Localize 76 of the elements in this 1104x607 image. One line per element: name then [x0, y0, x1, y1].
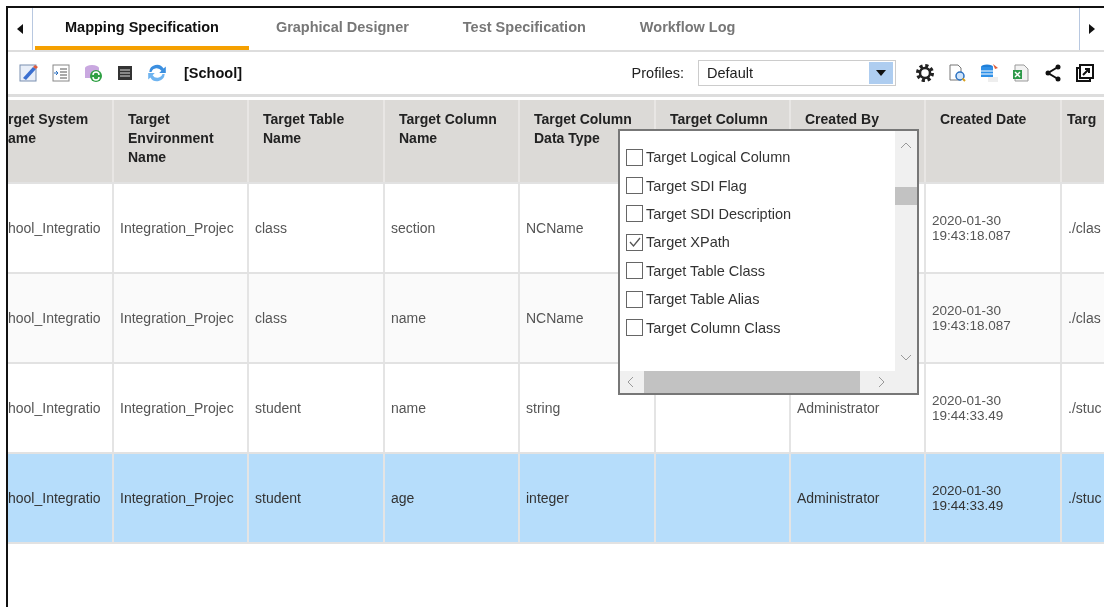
column-option[interactable]: Target Column Class	[626, 313, 895, 342]
column-header[interactable]: rget System ame	[8, 100, 114, 182]
table-cell: ./clas	[1068, 220, 1101, 236]
checkbox[interactable]	[626, 290, 643, 308]
tab[interactable]: Graphical Designer	[248, 8, 436, 50]
table-cell: ./stuc	[1068, 490, 1102, 506]
column-header[interactable]: Created Date	[926, 100, 1062, 182]
spreadsheet-icon[interactable]	[1010, 62, 1032, 84]
chevron-down-icon[interactable]	[900, 354, 912, 361]
table-row[interactable]: hool_Integratio Integration_Projec student age integer Administrator 2020-01-30 19:44:33.49 ./stuc	[8, 454, 1104, 544]
table-cell: Administrator	[797, 490, 880, 506]
table-cell: name	[391, 400, 427, 416]
table-cell: ./stuc	[1068, 400, 1102, 416]
column-option[interactable]: Target Table Alias	[626, 284, 895, 314]
profiles-label: Profiles:	[631, 65, 684, 81]
column-header[interactable]: Targ	[1062, 100, 1104, 182]
table-cell: NCName	[526, 310, 584, 326]
table-cell: hool_Integratio	[8, 490, 101, 506]
tab[interactable]: Mapping Specification	[35, 8, 249, 50]
profiles-dropdown[interactable]: Default	[698, 60, 896, 86]
chevron-up-icon[interactable]	[900, 142, 912, 149]
column-header[interactable]: Target Table Name	[249, 100, 385, 182]
table-cell: Integration_Projec	[120, 310, 234, 326]
document-search-icon[interactable]	[946, 62, 968, 84]
check-icon	[628, 237, 641, 248]
model-title: [School]	[184, 65, 242, 81]
refresh-icon[interactable]	[146, 62, 168, 84]
table-cell: Administrator	[797, 400, 880, 416]
table-cell-text: 2020-01-30 19:44:33.49	[932, 483, 1005, 513]
caret-left-icon	[17, 24, 23, 34]
chevron-left-icon[interactable]	[627, 376, 634, 388]
chevron-right-icon[interactable]	[878, 376, 885, 388]
checkbox[interactable]	[626, 177, 643, 195]
table-cell: student	[255, 400, 301, 416]
table-cell-text: 2020-01-30 19:43:18.087	[932, 303, 1012, 333]
caret-right-icon	[1089, 24, 1095, 34]
checkbox[interactable]	[626, 148, 643, 166]
table-cell: section	[391, 220, 436, 236]
table-cell: integer	[526, 490, 569, 506]
column-option[interactable]: Target XPath	[626, 228, 895, 257]
caret-down-icon	[876, 70, 886, 76]
table-cell: Integration_Projec	[120, 400, 234, 416]
vertical-scrollbar[interactable]	[895, 131, 917, 371]
table-cell: hool_Integratio	[8, 220, 101, 236]
column-header[interactable]: Target Column Name	[385, 100, 520, 182]
table-cell: ./clas	[1068, 310, 1101, 326]
table-cell: hool_Integratio	[8, 310, 101, 326]
table-cell: string	[526, 400, 561, 416]
database-icon[interactable]	[978, 62, 1000, 84]
table-cell: Integration_Projec	[120, 220, 234, 236]
table-cell: student	[255, 490, 301, 506]
table-cell: name	[391, 310, 427, 326]
checkbox[interactable]	[626, 233, 643, 251]
table-cell: Integration_Projec	[120, 490, 234, 506]
checkbox[interactable]	[626, 319, 643, 337]
table-cell: NCName	[526, 220, 584, 236]
table-cell: class	[255, 220, 287, 236]
table-cell-text: 2020-01-30 19:43:18.087	[932, 213, 1012, 243]
checkbox[interactable]	[626, 262, 643, 280]
table-row[interactable]: hool_Integratio Integration_Projec student name string Administrator 2020-01-30 19:44:33.49 ./stuc	[8, 364, 1104, 454]
checkbox[interactable]	[626, 205, 643, 223]
settings-icon[interactable]	[914, 62, 936, 84]
pencil-icon[interactable]	[18, 62, 40, 84]
horizontal-scrollbar[interactable]	[620, 371, 895, 393]
external-window-icon[interactable]	[1074, 62, 1096, 84]
database-sync-icon[interactable]	[82, 62, 104, 84]
column-option[interactable]: Target SDI Description	[626, 199, 895, 229]
scrollbar-thumb[interactable]	[644, 371, 860, 393]
column-header[interactable]: Target Environment Name	[114, 100, 249, 182]
table-cell-text: 2020-01-30 19:44:33.49	[932, 393, 1005, 423]
tab[interactable]: Test Specification	[435, 8, 613, 50]
table-cell: class	[255, 310, 287, 326]
tab[interactable]: Workflow Log	[612, 8, 763, 50]
scrollbar-thumb[interactable]	[895, 187, 917, 205]
table-cell: age	[391, 490, 415, 506]
table-cell: hool_Integratio	[8, 400, 101, 416]
